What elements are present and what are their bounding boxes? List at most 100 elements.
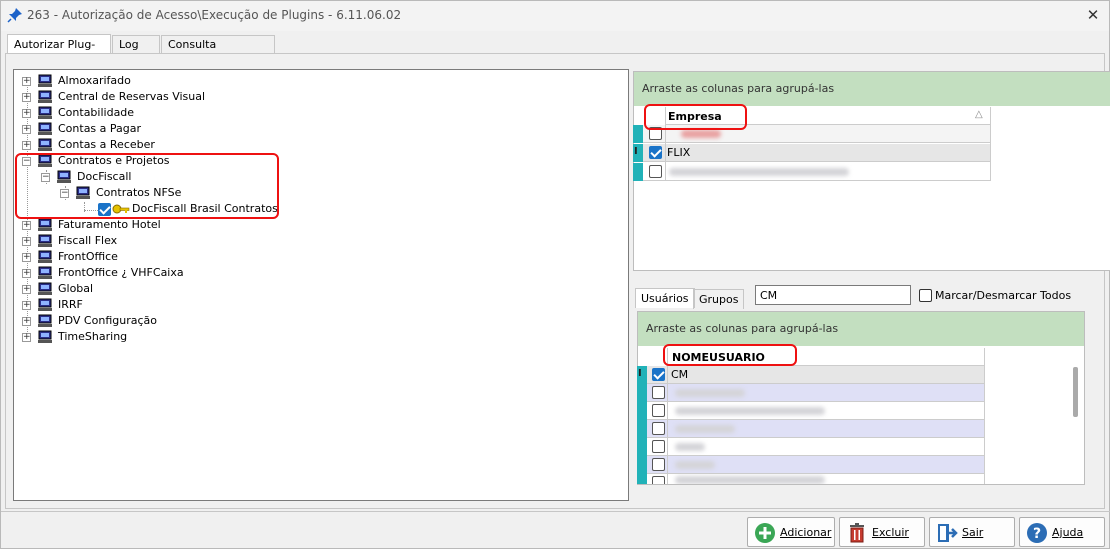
row-checkbox[interactable]: [652, 404, 665, 417]
column-divider: [984, 348, 985, 484]
expand-icon[interactable]: +: [22, 237, 31, 246]
highlight-box: [644, 104, 747, 130]
row-indicator: [637, 420, 647, 438]
row-indicator: [637, 438, 647, 456]
table-row[interactable]: [637, 456, 985, 474]
computer-icon: [38, 282, 52, 295]
expand-icon[interactable]: +: [22, 77, 31, 86]
table-row[interactable]: I CM: [637, 366, 985, 384]
tree-item-label: Contas a Pagar: [58, 122, 142, 135]
blurred-value: [681, 130, 721, 138]
expand-icon[interactable]: +: [22, 333, 31, 342]
exit-button[interactable]: Sair: [929, 517, 1015, 547]
users-grid-scrollbar[interactable]: [1073, 367, 1078, 417]
select-all-label: Marcar/Desmarcar Todos: [935, 289, 1072, 302]
add-button[interactable]: Adicionar: [747, 517, 835, 547]
expand-icon[interactable]: +: [22, 221, 31, 230]
computer-icon: [38, 250, 52, 263]
group-hint: Arraste as colunas para agrupá-las: [646, 322, 839, 335]
table-row[interactable]: [637, 384, 985, 402]
row-checkbox[interactable]: [652, 422, 665, 435]
tab-usuarios[interactable]: Usuários: [635, 288, 695, 308]
tree-item-label: Contas a Receber: [58, 138, 155, 151]
tree-item-label: IRRF: [58, 298, 83, 311]
svg-text:?: ?: [1033, 526, 1041, 542]
blurred-value: [675, 461, 715, 469]
row-checkbox[interactable]: [652, 458, 665, 471]
sort-icon[interactable]: △: [975, 109, 983, 120]
tree-item-label: Central de Reservas Visual: [58, 90, 206, 103]
tree-item-label: TimeSharing: [58, 330, 128, 343]
expand-icon[interactable]: +: [22, 301, 31, 310]
select-all-checkbox[interactable]: [919, 289, 932, 302]
group-by-bar[interactable]: Arraste as colunas para agrupá-las: [638, 312, 1084, 346]
main-window: 263 - Autorização de Acesso\Execução de …: [0, 0, 1110, 549]
expand-icon[interactable]: +: [22, 141, 31, 150]
tab-label: Log: [119, 38, 139, 51]
highlight-box: [15, 153, 279, 219]
row-indicator: [637, 456, 647, 474]
help-button[interactable]: ? Ajuda: [1019, 517, 1105, 547]
computer-icon: [38, 90, 52, 103]
expand-icon[interactable]: +: [22, 93, 31, 102]
footer-separator: [1, 511, 1110, 512]
delete-button[interactable]: Excluir: [839, 517, 925, 547]
current-row-icon: I: [638, 368, 642, 379]
help-button-label: Ajuda: [1052, 526, 1084, 539]
cell-nomeusuario: CM: [671, 368, 689, 381]
computer-icon: [38, 234, 52, 247]
row-checkbox[interactable]: [652, 440, 665, 453]
plugin-tree[interactable]: + Almoxarifado + Central de Reservas Vis…: [13, 69, 629, 501]
row-indicator: [637, 474, 647, 484]
group-hint: Arraste as colunas para agrupá-las: [642, 82, 835, 95]
row-checkbox[interactable]: [652, 476, 665, 484]
delete-button-label: Excluir: [872, 526, 909, 539]
blurred-value: [675, 476, 825, 484]
table-row[interactable]: [637, 420, 985, 438]
expand-icon[interactable]: +: [22, 253, 31, 262]
tab-autorizar-plugins[interactable]: Autorizar Plug-ins: [7, 34, 111, 71]
close-icon[interactable]: ✕: [1083, 5, 1103, 25]
computer-icon: [38, 218, 52, 231]
help-icon: ?: [1027, 523, 1047, 543]
row-indicator: [637, 402, 647, 420]
computer-icon: [38, 138, 52, 151]
tree-item-label: PDV Configuração: [58, 314, 157, 327]
expand-icon[interactable]: +: [22, 285, 31, 294]
tab-log[interactable]: Log: [112, 35, 160, 55]
expand-icon[interactable]: +: [22, 109, 31, 118]
users-grid[interactable]: NOMEUSUARIO I CM: [637, 348, 985, 484]
tab-label: Usuários: [641, 292, 689, 305]
table-row[interactable]: I FLIX: [633, 144, 991, 162]
row-checkbox[interactable]: [649, 165, 662, 178]
expand-icon[interactable]: +: [22, 317, 31, 326]
table-row[interactable]: [637, 438, 985, 456]
tree-item-label: Global: [58, 282, 94, 295]
table-row[interactable]: [637, 474, 985, 484]
window-title: 263 - Autorização de Acesso\Execução de …: [27, 8, 402, 22]
blurred-value: [669, 168, 849, 176]
table-row[interactable]: [633, 163, 991, 181]
tab-grupos[interactable]: Grupos: [693, 289, 745, 309]
exit-button-label: Sair: [962, 526, 984, 539]
computer-icon: [38, 122, 52, 135]
tab-consulta-permissoes[interactable]: Consulta Permissões: [161, 35, 275, 69]
pin-icon[interactable]: [7, 7, 23, 23]
user-search-input[interactable]: [755, 285, 911, 305]
row-checkbox[interactable]: [649, 146, 662, 159]
expand-icon[interactable]: +: [22, 125, 31, 134]
group-by-bar[interactable]: Arraste as colunas para agrupá-las: [634, 72, 1110, 106]
row-indicator: I: [633, 144, 643, 162]
tree-item-label: Almoxarifado: [58, 74, 131, 87]
tree-item-label: Faturamento Hotel: [58, 218, 161, 231]
table-row[interactable]: [637, 402, 985, 420]
expand-icon[interactable]: +: [22, 269, 31, 278]
tab-label: Grupos: [699, 293, 739, 306]
current-row-icon: I: [634, 146, 638, 157]
trash-icon: [850, 523, 864, 543]
row-indicator: [637, 384, 647, 402]
computer-icon: [38, 74, 52, 87]
blurred-value: [675, 407, 825, 415]
row-checkbox[interactable]: [652, 386, 665, 399]
row-checkbox[interactable]: [652, 368, 665, 381]
